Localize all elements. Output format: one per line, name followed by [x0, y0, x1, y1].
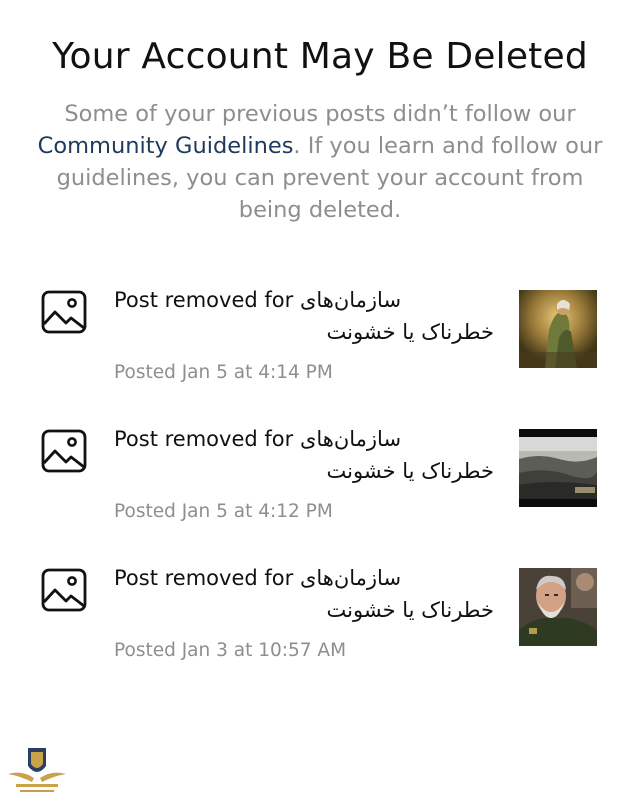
list-item[interactable]: Post removed for سازمان‌های خطرناک یا خش… [0, 284, 640, 394]
reason-text: سازمان‌های [299, 427, 402, 451]
reason-text-line2: خطرناک یا خشونت [326, 320, 494, 344]
post-text: Post removed for سازمان‌های خطرناک یا خش… [114, 423, 494, 522]
painting-figure-image[interactable] [519, 290, 597, 368]
arab-defense-forum-logo [8, 748, 66, 792]
post-timestamp: Posted Jan 5 at 4:12 PM [114, 501, 333, 522]
post-timestamp: Posted Jan 3 at 10:57 AM [114, 640, 347, 661]
reason-text: سازمان‌های [299, 566, 402, 590]
community-guidelines-link[interactable]: Community Guidelines [38, 133, 294, 159]
image-icon [41, 290, 87, 334]
removed-label: Post removed for [114, 288, 294, 312]
reason-text: سازمان‌های [299, 288, 402, 312]
description-text: Some of your previous posts didn’t follo… [64, 101, 576, 127]
portrait-image[interactable] [519, 568, 597, 646]
post-text: Post removed for سازمان‌های خطرناک یا خش… [114, 562, 494, 661]
post-text: Post removed for سازمان‌های خطرناک یا خش… [114, 284, 494, 383]
image-icon [41, 429, 87, 473]
list-item[interactable]: Post removed for سازمان‌های خطرناک یا خش… [0, 562, 640, 672]
reason-text-line2: خطرناک یا خشونت [326, 598, 494, 622]
list-item[interactable]: Post removed for سازمان‌های خطرناک یا خش… [0, 423, 640, 533]
page-title: Your Account May Be Deleted [52, 36, 588, 77]
crowd-image[interactable] [519, 429, 597, 507]
image-icon [41, 568, 87, 612]
removed-label: Post removed for [114, 566, 294, 590]
removed-label: Post removed for [114, 427, 294, 451]
reason-text-line2: خطرناک یا خشونت [326, 459, 494, 483]
post-timestamp: Posted Jan 5 at 4:14 PM [114, 362, 333, 383]
description: Some of your previous posts didn’t follo… [24, 98, 616, 226]
